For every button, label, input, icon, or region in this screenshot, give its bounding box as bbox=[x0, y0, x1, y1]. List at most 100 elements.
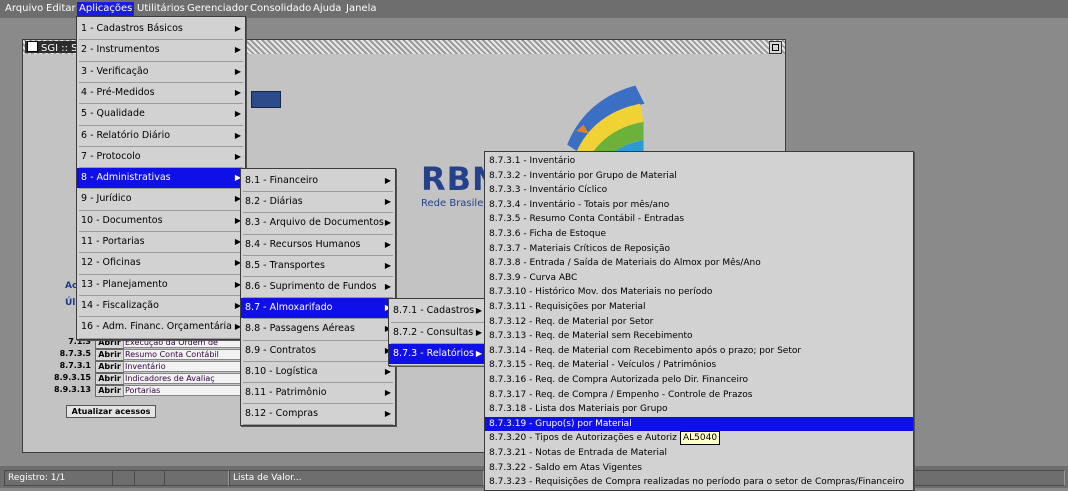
menu-item-label: 8.7.3.16 - Req. de Compra Autorizada pel… bbox=[489, 375, 748, 385]
menu-item-label: 6 - Relatório Diário bbox=[81, 129, 171, 141]
menu-item-8-10-logistica[interactable]: 8.10 - Logística ▶ bbox=[241, 362, 395, 382]
submenu-arrow-icon: ▶ bbox=[384, 218, 391, 228]
menu-item-8-9-contratos[interactable]: 8.9 - Contratos▶ bbox=[241, 341, 395, 361]
menu-item-11-portarias[interactable]: 11 - Portarias ▶ bbox=[77, 232, 245, 252]
menu-item-8-7-1-cadastros[interactable]: 8.7.1 - Cadastros ▶ bbox=[389, 301, 486, 321]
menu-item-10-documentos[interactable]: 10 - Documentos ▶ bbox=[77, 211, 245, 231]
menu-item-14-fiscalizacao[interactable]: 14 - Fiscalização ▶ bbox=[77, 296, 245, 316]
menu-item-8-7-3-8-entrada-saida-de-materiais-do-al[interactable]: 8.7.3.8 - Entrada / Saída de Materiais d… bbox=[485, 256, 913, 271]
menu-gerenciador[interactable]: Gerenciador bbox=[187, 3, 248, 14]
menu-item-8-7-3-relatorios[interactable]: 8.7.3 - Relatórios ▶ bbox=[389, 344, 486, 364]
menu-item-8-7-3-17-req-de-compra-empenho-controle-[interactable]: 8.7.3.17 - Req. de Compra / Empenho - Co… bbox=[485, 388, 913, 403]
menu-item-8-5-transportes[interactable]: 8.5 - Transportes ▶ bbox=[241, 256, 395, 276]
submenu-arrow-icon: ▶ bbox=[234, 66, 241, 76]
menu-arquivo[interactable]: Arquivo bbox=[5, 3, 43, 14]
menu-item-8-7-3-6-ficha-de-estoque[interactable]: 8.7.3.6 - Ficha de Estoque bbox=[485, 227, 913, 242]
menu-item-label: 2 - Instrumentos bbox=[81, 44, 160, 56]
abrir-button[interactable]: Abrir bbox=[95, 361, 124, 373]
menu-separator bbox=[391, 364, 484, 366]
submenu-arrow-icon: ▶ bbox=[234, 130, 241, 140]
menu-item-5-qualidade[interactable]: 5 - Qualidade ▶ bbox=[77, 104, 245, 124]
menu-item-1-cadastros-basicos[interactable]: 1 - Cadastros Básicos ▶ bbox=[77, 19, 245, 39]
status-cell bbox=[164, 470, 229, 486]
menu-item-label: 8.11 - Patrimônio bbox=[245, 387, 327, 398]
menu-item-label: 8.7.3.8 - Entrada / Saída de Materiais d… bbox=[489, 258, 761, 269]
menu-item-8-11-patrimonio[interactable]: 8.11 - Patrimônio ▶ bbox=[241, 383, 395, 403]
menu-item-8-12-compras[interactable]: 8.12 - Compras ▶ bbox=[241, 404, 395, 424]
menu-item-7-protocolo[interactable]: 7 - Protocolo ▶ bbox=[77, 147, 245, 167]
menu-item-label: 8.12 - Compras bbox=[245, 408, 319, 420]
menu-item-label: 8.7.3.2 - Inventário por Grupo de Materi… bbox=[489, 170, 677, 181]
submenu-arrow-icon: ▶ bbox=[234, 109, 241, 119]
menu-item-8-7-3-19-grupo-s-por-material[interactable]: 8.7.3.19 - Grupo(s) por Material bbox=[485, 416, 913, 432]
menu-item-label: 14 - Fiscalização bbox=[81, 299, 159, 311]
menu-item-8-7-3-15-req-de-material-veiculos-patrim[interactable]: 8.7.3.15 - Req. de Material - Veículos /… bbox=[485, 358, 913, 373]
menu-item-8-7-3-1-inventario[interactable]: 8.7.3.1 - Inventário bbox=[485, 154, 913, 169]
menu-item-8-1-financeiro[interactable]: 8.1 - Financeiro ▶ bbox=[241, 171, 395, 191]
submenu-arrow-icon: ▶ bbox=[234, 45, 241, 55]
abrir-button[interactable]: Abrir bbox=[95, 349, 124, 361]
menu-item-8-7-3-13-req-de-material-sem-recebimento[interactable]: 8.7.3.13 - Req. de Material sem Recebime… bbox=[485, 329, 913, 344]
menu-ajuda[interactable]: Ajuda bbox=[313, 3, 341, 14]
menu-item-12-oficinas[interactable]: 12 - Oficinas ▶ bbox=[77, 253, 245, 273]
menu-item-label: 8.7.3.13 - Req. de Material sem Recebime… bbox=[489, 331, 693, 342]
menu-item-label: 8.7.3.9 - Curva ABC bbox=[489, 272, 578, 283]
menu-item-8-7-3-21-notas-de-entrada-de-material[interactable]: 8.7.3.21 - Notas de Entrada de Material bbox=[485, 446, 913, 461]
status-cell bbox=[134, 470, 165, 486]
menu-item-8-7-3-2-inventario-por-grupo-de-material[interactable]: 8.7.3.2 - Inventário por Grupo de Materi… bbox=[485, 169, 913, 184]
menu-item-9-juridico[interactable]: 9 - Jurídico ▶ bbox=[77, 189, 245, 209]
menu-item-8-7-almoxarifado[interactable]: 8.7 - Almoxarifado▶ bbox=[241, 298, 395, 319]
menu-item-8-7-3-18-lista-dos-materiais-por-grupo[interactable]: 8.7.3.18 - Lista dos Materiais por Grupo bbox=[485, 402, 913, 417]
menu-consolidado[interactable]: Consolidado bbox=[250, 3, 311, 14]
maximize-button[interactable] bbox=[769, 41, 782, 54]
abrir-button[interactable]: Abrir bbox=[95, 373, 124, 385]
menu-item-8-7-3-14-req-de-material-com-recebimento[interactable]: 8.7.3.14 - Req. de Material com Recebime… bbox=[485, 344, 913, 359]
menu-item-label: 4 - Pré-Medidos bbox=[81, 86, 155, 98]
menu-item-8-7-3-12-req-de-material-por-setor[interactable]: 8.7.3.12 - Req. de Material por Setor bbox=[485, 315, 913, 330]
menu-item-8-7-3-4-inventario-totais-por-mes-ano[interactable]: 8.7.3.4 - Inventário - Totais por mês/an… bbox=[485, 198, 913, 213]
menu-separator bbox=[243, 424, 393, 426]
menu-item-3-verificacao[interactable]: 3 - Verificação ▶ bbox=[77, 62, 245, 82]
menu-item-8-8-passagens-aereas[interactable]: 8.8 - Passagens Aéreas▶ bbox=[241, 319, 395, 339]
menu-item-8-6-suprimento-de-fundos[interactable]: 8.6 - Suprimento de Fundos ▶ bbox=[241, 277, 395, 297]
menu-item-label: 8.7.3.7 - Materiais Críticos de Reposiçã… bbox=[489, 243, 670, 254]
menu-item-8-7-3-7-materiais-criticos-de-reposicao[interactable]: 8.7.3.7 - Materiais Críticos de Reposiçã… bbox=[485, 242, 913, 257]
menu-item-label: 8.4 - Recursos Humanos bbox=[245, 238, 361, 250]
menu-item-8-7-3-10-historico-mov-dos-materiais-no-[interactable]: 8.7.3.10 - Histórico Mov. dos Materiais … bbox=[485, 285, 913, 300]
menu-aplicacoes[interactable]: Aplicações bbox=[77, 2, 135, 16]
section-label-ul: Úl bbox=[65, 298, 76, 308]
submenu-arrow-icon: ▶ bbox=[384, 282, 391, 291]
submenu-arrow-icon: ▶ bbox=[475, 306, 482, 315]
window-app-icon bbox=[27, 41, 38, 52]
menu-item-8-administrativas[interactable]: 8 - Administrativas ▶ bbox=[77, 168, 245, 189]
menu-item-2-instrumentos[interactable]: 2 - Instrumentos ▶ bbox=[77, 40, 245, 60]
logo-subtitle: Rede Brasilei bbox=[421, 198, 487, 209]
menu-item-13-planejamento[interactable]: 13 - Planejamento ▶ bbox=[77, 275, 245, 295]
atualizar-acessos-button[interactable]: Atualizar acessos bbox=[66, 405, 156, 418]
menu-item-label: 13 - Planejamento bbox=[81, 278, 168, 290]
menu-item-6-relatorio-diario[interactable]: 6 - Relatório Diário ▶ bbox=[77, 126, 245, 146]
menu-item-8-4-recursos-humanos[interactable]: 8.4 - Recursos Humanos ▶ bbox=[241, 235, 395, 255]
submenu-arrow-icon: ▶ bbox=[384, 239, 391, 249]
menu-item-8-2-diarias[interactable]: 8.2 - Diárias ▶ bbox=[241, 192, 395, 212]
menu-item-4-pre-medidos[interactable]: 4 - Pré-Medidos ▶ bbox=[77, 83, 245, 103]
status-cell bbox=[112, 470, 135, 486]
menu-editar[interactable]: Editar bbox=[46, 3, 76, 14]
menu-item-label: 8.7.1 - Cadastros bbox=[393, 305, 475, 316]
menu-item-label: 8.7.2 - Consultas bbox=[393, 326, 474, 338]
menu-item-label: 8.7.3.20 - Tipos de Autorizações e Autor… bbox=[489, 433, 677, 444]
menu-item-8-7-3-16-req-de-compra-autorizada-pelo-d[interactable]: 8.7.3.16 - Req. de Compra Autorizada pel… bbox=[485, 373, 913, 388]
menu-item-16-adm-financ-orcamentaria[interactable]: 16 - Adm. Financ. Orçamentária ▶ bbox=[77, 317, 245, 337]
menu-item-8-7-3-11-requisicoes-por-material[interactable]: 8.7.3.11 - Requisições por Material bbox=[485, 300, 913, 315]
menu-item-8-7-3-22-saldo-em-atas-vigentes[interactable]: 8.7.3.22 - Saldo em Atas Vigentes bbox=[485, 461, 913, 476]
menu-janela[interactable]: Janela bbox=[346, 3, 376, 14]
menu-utilitarios[interactable]: Utilitários bbox=[137, 3, 185, 14]
abrir-button[interactable]: Abrir bbox=[95, 385, 124, 397]
menu-item-8-7-3-3-inventario-ciclico[interactable]: 8.7.3.3 - Inventário Cíclico bbox=[485, 183, 913, 198]
menu-item-8-7-3-9-curva-abc[interactable]: 8.7.3.9 - Curva ABC bbox=[485, 271, 913, 286]
menu-item-8-7-2-consultas[interactable]: 8.7.2 - Consultas ▶ bbox=[389, 323, 486, 343]
shortcut-code: 8.9.3.13 bbox=[54, 385, 91, 394]
shortcut-code: 8.7.3.5 bbox=[59, 349, 91, 358]
menu-item-8-3-arquivo-de-documentos[interactable]: 8.3 - Arquivo de Documentos ▶ bbox=[241, 213, 395, 233]
menu-item-8-7-3-5-resumo-conta-contabil-entradas[interactable]: 8.7.3.5 - Resumo Conta Contábil - Entrad… bbox=[485, 212, 913, 227]
